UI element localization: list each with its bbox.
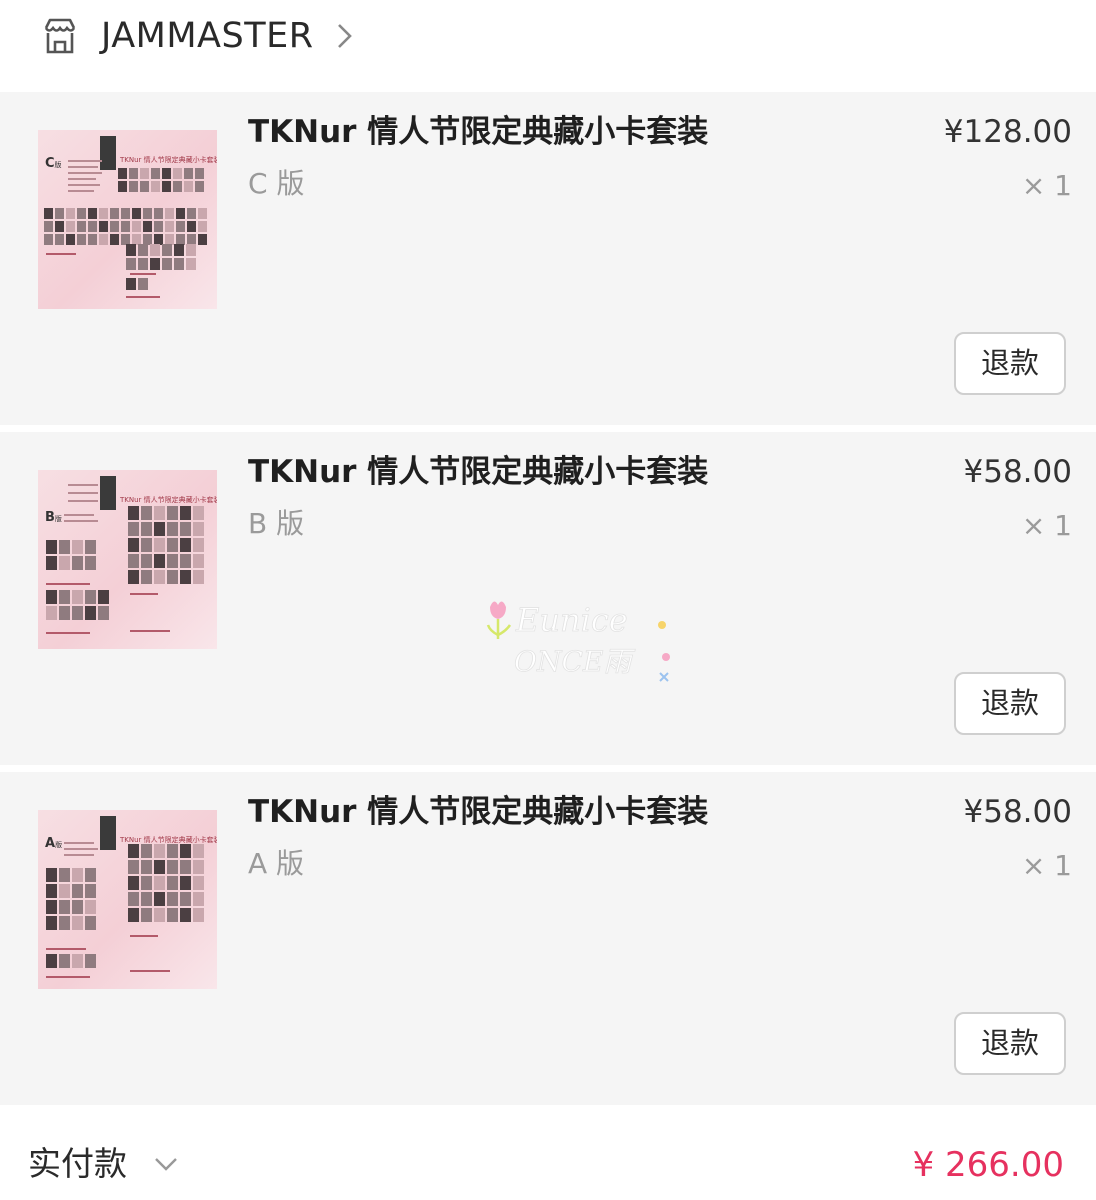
product-quantity: × 1 xyxy=(1021,509,1072,542)
store-header[interactable]: JAMMASTER xyxy=(0,0,1096,90)
thumbnail-version: A版 xyxy=(45,836,63,851)
total-amount: ¥ 266.00 xyxy=(912,1145,1064,1185)
chevron-right-icon[interactable] xyxy=(334,20,356,52)
refund-button[interactable]: 退款 xyxy=(954,1012,1066,1075)
product-variant: A 版 xyxy=(248,847,305,880)
product-title[interactable]: TKNur 情人节限定典藏小卡套装 xyxy=(248,450,708,494)
product-price: ¥58.00 xyxy=(963,454,1072,490)
product-thumbnail[interactable]: TKNur 情人节限定典藏小卡套装 B版 xyxy=(38,470,217,649)
product-thumbnail[interactable]: TKNur 情人节限定典藏小卡套装 C版 xyxy=(38,130,217,309)
order-item[interactable]: TKNur 情人节限定典藏小卡套装 A版 TKNur 情人节限定典藏小卡套装 A… xyxy=(0,772,1096,1105)
refund-button[interactable]: 退款 xyxy=(954,332,1066,395)
thumbnail-logo xyxy=(100,136,116,170)
thumbnail-logo xyxy=(100,816,116,850)
thumbnail-logo xyxy=(100,476,116,510)
svg-text:Eunice: Eunice xyxy=(515,601,628,639)
svg-text:ONCE雨: ONCE雨 xyxy=(514,645,635,678)
product-title[interactable]: TKNur 情人节限定典藏小卡套装 xyxy=(248,110,708,154)
refund-button[interactable]: 退款 xyxy=(954,672,1066,735)
product-price: ¥128.00 xyxy=(943,114,1072,150)
product-variant: B 版 xyxy=(248,507,305,540)
total-bar: 实付款 ¥ 266.00 xyxy=(0,1110,1096,1200)
product-thumbnail[interactable]: TKNur 情人节限定典藏小卡套装 A版 xyxy=(38,810,217,989)
product-quantity: × 1 xyxy=(1021,169,1072,202)
order-item[interactable]: TKNur 情人节限定典藏小卡套装 C版 TKNur 情人节限定典藏小卡套装 C… xyxy=(0,92,1096,425)
total-label[interactable]: 实付款 xyxy=(28,1142,127,1186)
thumbnail-header: TKNur 情人节限定典藏小卡套装 xyxy=(120,496,217,504)
tulip-icon xyxy=(486,601,512,639)
chevron-down-icon[interactable] xyxy=(153,1155,179,1173)
thumbnail-version: B版 xyxy=(45,510,62,525)
thumbnail-header: TKNur 情人节限定典藏小卡套装 xyxy=(120,156,217,164)
store-name[interactable]: JAMMASTER xyxy=(101,14,314,58)
store-icon xyxy=(44,18,76,54)
product-price: ¥58.00 xyxy=(963,794,1072,830)
product-variant: C 版 xyxy=(248,167,305,200)
thumbnail-version: C版 xyxy=(45,156,62,171)
product-quantity: × 1 xyxy=(1021,849,1072,882)
watermark: Eunice ONCE雨 xyxy=(486,601,670,682)
product-title[interactable]: TKNur 情人节限定典藏小卡套装 xyxy=(248,790,708,834)
